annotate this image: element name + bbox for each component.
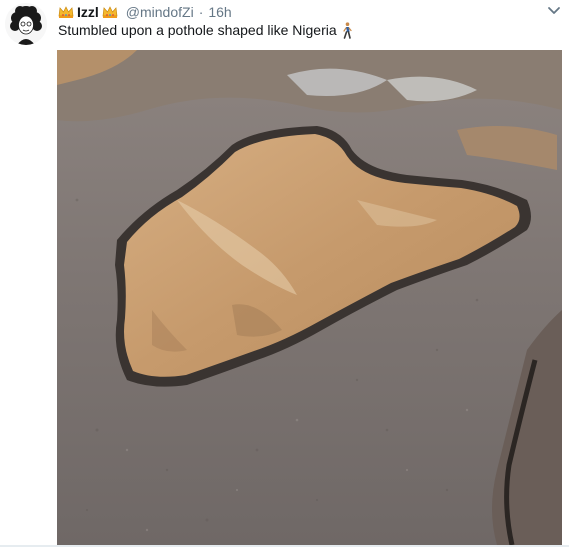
user-handle[interactable]: @mindofZi bbox=[126, 4, 194, 20]
tweet-text: Stumbled upon a pothole shaped like Nige… bbox=[58, 22, 337, 38]
tweet-text-row: Stumbled upon a pothole shaped like Nige… bbox=[58, 21, 353, 39]
tweet-card[interactable]: Izzl @mindofZi · 16h Stumbled upon a pot… bbox=[0, 0, 569, 547]
crown-icon bbox=[102, 6, 118, 18]
tweet-timestamp[interactable]: 16h bbox=[208, 4, 231, 20]
avatar[interactable] bbox=[5, 3, 47, 45]
pothole-photo bbox=[57, 50, 562, 545]
avatar-illustration bbox=[5, 3, 47, 45]
crown-icon bbox=[58, 6, 74, 18]
chevron-down-icon[interactable] bbox=[546, 5, 562, 17]
display-name[interactable]: Izzl bbox=[77, 4, 99, 20]
header-separator: · bbox=[198, 4, 204, 20]
tweet-header: Izzl @mindofZi · 16h bbox=[58, 2, 232, 22]
tweet-photo[interactable] bbox=[57, 50, 562, 545]
person-walking-icon bbox=[343, 21, 352, 39]
